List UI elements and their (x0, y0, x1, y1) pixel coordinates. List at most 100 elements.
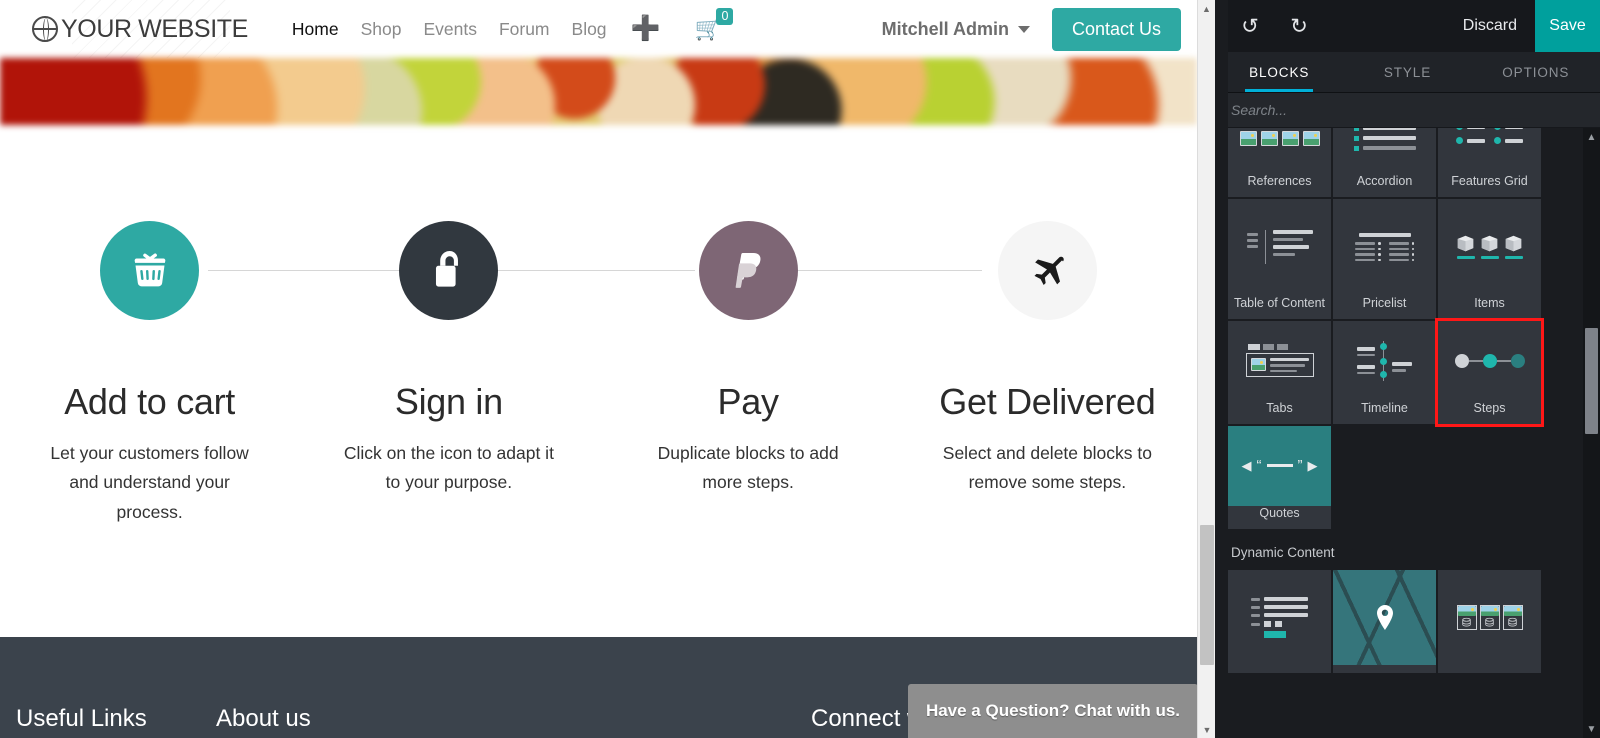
tab-options[interactable]: OPTIONS (1472, 52, 1600, 92)
block-tile-timeline[interactable]: Timeline (1333, 321, 1436, 424)
panel-scroll-down-icon[interactable]: ▼ (1583, 720, 1600, 738)
block-tile-references[interactable]: References (1228, 128, 1331, 197)
panel-left-gutter (1215, 0, 1228, 610)
dynamic-content-heading: Dynamic Content (1231, 545, 1335, 560)
block-label-pricelist: Pricelist (1362, 295, 1407, 310)
page-scrollbar-thumb[interactable] (1200, 525, 1214, 665)
block-tile-items[interactable]: Items (1438, 199, 1541, 319)
step-icon-circle-1[interactable] (100, 221, 200, 320)
cart-count-badge: 0 (716, 8, 734, 26)
quotes-thumb: ◀ “ ” ▶ (1228, 426, 1331, 506)
footer-title-useful-links: Useful Links (16, 705, 147, 732)
dynamic-blocks-grid (1215, 570, 1600, 673)
step-item-2[interactable]: Sign in Click on the icon to adapt it to… (299, 221, 598, 527)
steps-thumb (1438, 321, 1541, 401)
plus-icon[interactable]: ➕ (631, 17, 661, 41)
block-tile-accordion[interactable]: Accordion (1333, 128, 1436, 197)
step-item-1[interactable]: Add to cart Let your customers follow an… (0, 221, 299, 527)
block-tile-pricelist[interactable]: Pricelist (1333, 199, 1436, 319)
footer-column-useful-links: Useful Links Home (16, 705, 216, 738)
builder-tabs: BLOCKS STYLE OPTIONS (1215, 52, 1600, 93)
step-description-1: Let your customers follow and understand… (50, 443, 249, 522)
paypal-icon (735, 252, 761, 288)
items-boxes-thumb (1438, 199, 1541, 296)
nav-item-home[interactable]: Home (292, 19, 339, 40)
scroll-up-arrow-icon[interactable]: ▲ (1198, 0, 1215, 17)
blocks-grid: References Accordion Features Grid Table… (1215, 128, 1600, 529)
timeline-thumb (1333, 321, 1436, 401)
nav-item-forum[interactable]: Forum (499, 19, 550, 40)
map-pin-icon (1376, 604, 1393, 630)
step-description-4: Select and delete blocks to remove some … (942, 443, 1152, 493)
block-label-quotes: Quotes (1259, 505, 1300, 520)
block-tile-tabs[interactable]: Tabs (1228, 321, 1331, 424)
steps-section[interactable]: Add to cart Let your customers follow an… (0, 125, 1197, 637)
scroll-down-arrow-icon[interactable]: ▼ (1198, 721, 1216, 738)
block-tile-table-of-content[interactable]: Table of Content (1228, 199, 1331, 319)
brand-name: YOUR WEBSITE (61, 14, 248, 43)
step-connector-3 (786, 270, 982, 271)
globe-icon (32, 16, 58, 42)
hero-banner-image (0, 58, 1197, 125)
redo-icon[interactable]: ↻ (1282, 9, 1316, 43)
cart-button[interactable]: 🛒 0 (694, 8, 734, 40)
discard-button[interactable]: Discard (1445, 17, 1535, 35)
step-title-3: Pay (717, 381, 779, 422)
panel-scrollbar-thumb[interactable] (1585, 328, 1598, 434)
products-thumb (1438, 570, 1541, 665)
user-menu[interactable]: Mitchell Admin (882, 19, 1030, 40)
main-nav: Home Shop Events Forum Blog ➕ (292, 17, 661, 41)
step-icon-circle-2[interactable] (399, 221, 499, 320)
save-button[interactable]: Save (1535, 0, 1600, 52)
tab-style[interactable]: STYLE (1343, 52, 1471, 92)
step-title-4: Get Delivered (939, 381, 1156, 422)
toc-thumb (1228, 199, 1331, 296)
block-label-table-of-content: Table of Content (1233, 295, 1326, 310)
footer-column-about: About us We are a team of passionate peo… (216, 705, 811, 738)
step-connector-1 (208, 270, 407, 271)
blocks-search-bar[interactable] (1215, 93, 1600, 128)
shopping-basket-icon (134, 252, 165, 286)
block-tile-products[interactable] (1438, 570, 1541, 673)
step-icon-circle-3[interactable] (698, 221, 798, 320)
undo-icon[interactable]: ↺ (1233, 9, 1267, 43)
brand-logo[interactable]: YOUR WEBSITE (32, 15, 248, 44)
block-tile-form[interactable] (1228, 570, 1331, 673)
footer-title-about: About us (216, 705, 311, 732)
pricelist-thumb (1333, 199, 1436, 296)
step-item-3[interactable]: Pay Duplicate blocks to add more steps. (599, 221, 898, 527)
step-connector-2 (497, 270, 695, 271)
step-item-4[interactable]: Get Delivered Select and delete blocks t… (898, 221, 1197, 527)
block-label-items: Items (1474, 295, 1505, 310)
block-tile-quotes[interactable]: ◀ “ ” ▶ Quotes (1228, 426, 1331, 529)
tabs-thumb (1228, 321, 1331, 401)
block-label-timeline: Timeline (1361, 400, 1408, 415)
step-icon-circle-4[interactable] (997, 221, 1097, 320)
nav-item-shop[interactable]: Shop (361, 19, 402, 40)
tab-blocks[interactable]: BLOCKS (1215, 52, 1343, 92)
page-scrollbar[interactable]: ▲ ▼ (1197, 0, 1215, 738)
website-builder-panel: ↺ ↻ Discard Save BLOCKS STYLE OPTIONS Se… (1215, 0, 1600, 738)
chevron-down-icon (1017, 25, 1030, 33)
unlock-icon (435, 250, 458, 287)
blocks-list: References Accordion Features Grid Table… (1215, 128, 1600, 738)
block-tile-steps[interactable]: Steps (1435, 318, 1544, 427)
panel-scroll-up-icon[interactable]: ▲ (1583, 128, 1600, 146)
livechat-bubble[interactable]: Have a Question? Chat with us. (908, 684, 1197, 738)
nav-item-blog[interactable]: Blog (572, 19, 607, 40)
contact-us-button[interactable]: Contact Us (1051, 7, 1181, 51)
nav-item-events[interactable]: Events (423, 19, 477, 40)
panel-scrollbar[interactable]: ▲ ▼ (1583, 128, 1600, 738)
features-grid-thumb (1438, 128, 1541, 174)
images-row-thumb (1228, 128, 1331, 174)
site-header: YOUR WEBSITE Home Shop Events Forum Blog… (0, 0, 1197, 58)
header-right: Mitchell Admin Contact Us (882, 7, 1181, 51)
block-tile-features-grid[interactable]: Features Grid (1438, 128, 1541, 197)
block-label-steps: Steps (1473, 400, 1506, 415)
map-thumb (1333, 570, 1436, 665)
block-tile-map[interactable] (1333, 570, 1436, 673)
step-title-2: Sign in (394, 381, 503, 422)
accordion-thumb (1333, 128, 1436, 174)
search-input[interactable] (1231, 102, 1564, 118)
block-label-references: References (1247, 173, 1312, 188)
